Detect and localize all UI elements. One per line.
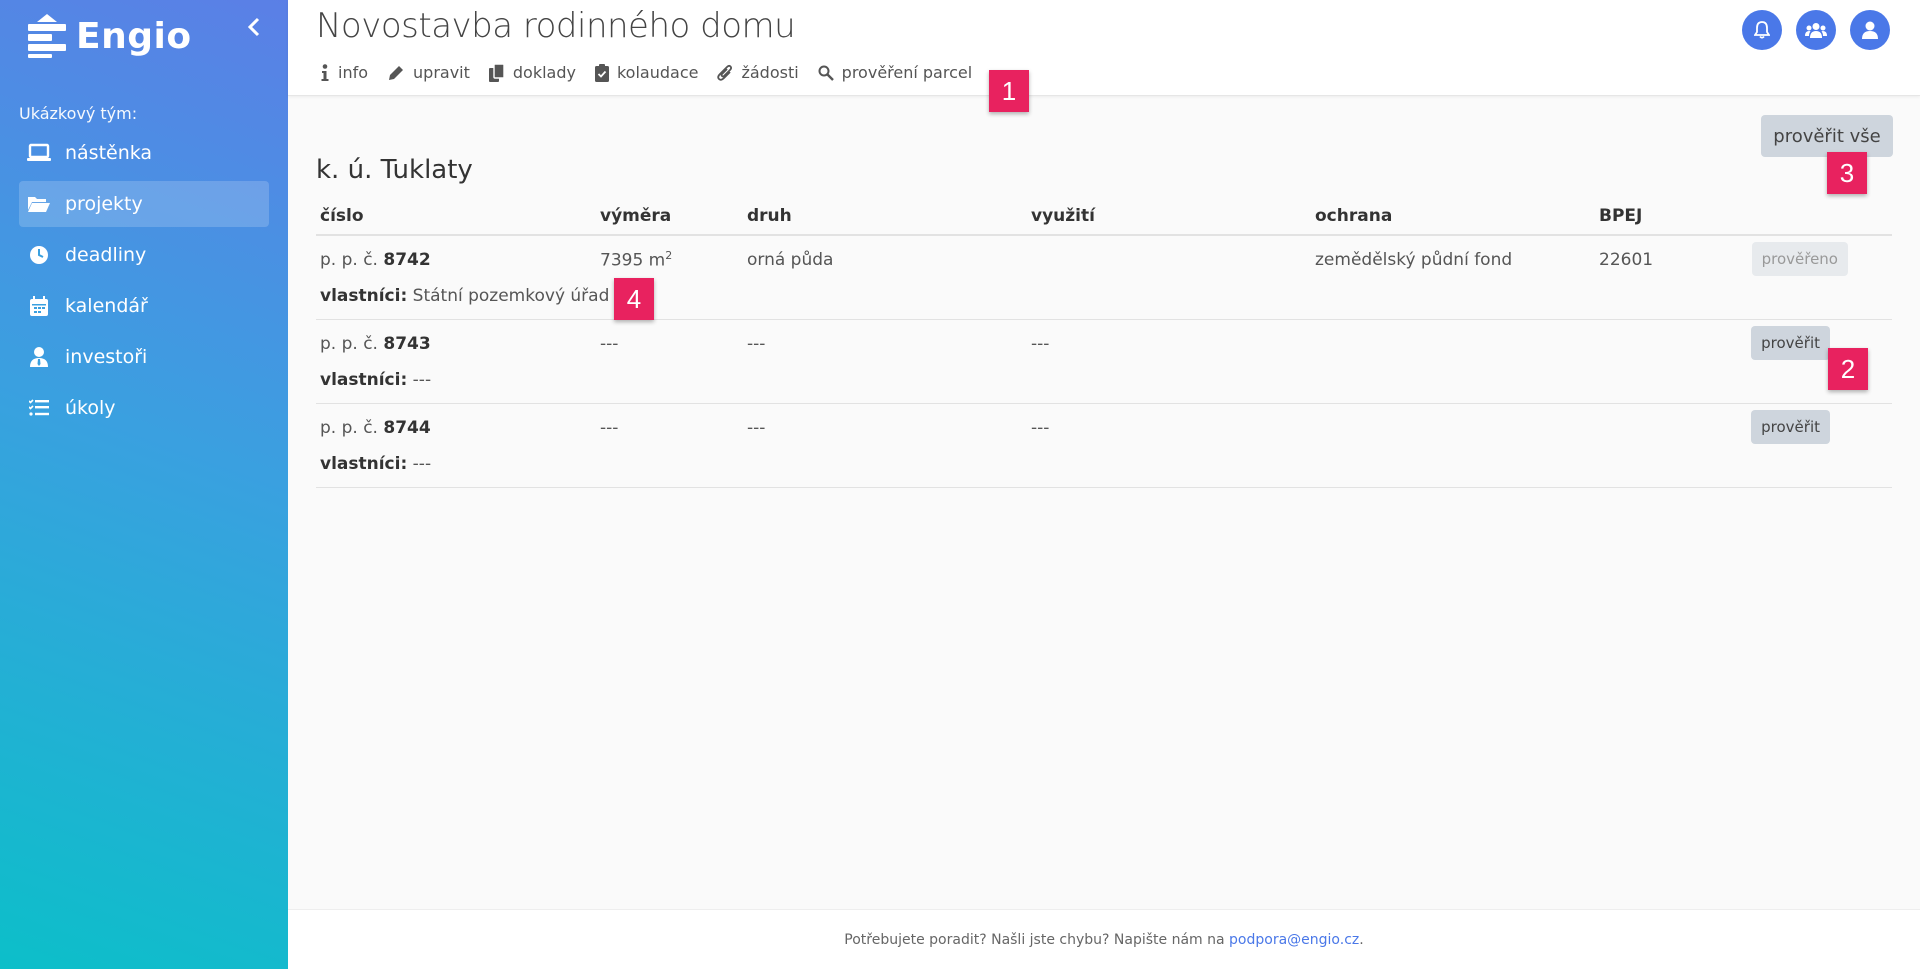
bell-icon (1754, 21, 1770, 39)
logo[interactable]: Engio (28, 14, 192, 58)
parcel-type: --- (747, 418, 766, 438)
logo-icon (28, 14, 66, 58)
tab-zadosti[interactable]: žádosti (717, 63, 799, 82)
sidebar-item-label: kalendář (65, 295, 148, 317)
sidebar-item-label: deadliny (65, 244, 147, 266)
header: Novostavba rodinného domu info upravit d… (288, 0, 1920, 96)
parcel-number: p. p. č. 8744 (320, 418, 431, 438)
tasks-icon (27, 396, 51, 420)
parcel-area: 7395 m2 (600, 249, 673, 271)
parcel-number: p. p. č. 8742 (320, 250, 431, 270)
laptop-icon (27, 141, 51, 165)
info-icon (321, 63, 329, 81)
user-tie-icon (27, 345, 51, 369)
column-header-type: druh (747, 206, 792, 226)
column-header-use: využití (1031, 206, 1095, 226)
search-icon (818, 65, 834, 81)
tab-kolaudace[interactable]: kolaudace (594, 63, 698, 82)
parcel-protection: zemědělský půdní fond (1315, 250, 1513, 270)
calendar-icon (27, 294, 51, 318)
sidebar-item-ukoly[interactable]: úkoly (19, 385, 269, 431)
parcel-owners: vlastníci: --- (320, 370, 432, 390)
folder-open-icon (27, 192, 51, 216)
column-header-protection: ochrana (1315, 206, 1393, 226)
annotation-badge-1: 1 (989, 70, 1029, 112)
sidebar: Engio Ukázkový tým: nástěnka projekty de… (0, 0, 288, 969)
table-header: číslo výměra druh využití ochrana BPEJ (316, 198, 1892, 236)
parcels-table: číslo výměra druh využití ochrana BPEJ p… (316, 198, 1892, 488)
annotation-badge-2: 2 (1828, 348, 1868, 390)
parcel-owners: vlastníci: --- (320, 454, 432, 474)
annotation-badge-3: 3 (1827, 152, 1867, 194)
collapse-sidebar-chevron-left-icon[interactable] (246, 14, 262, 44)
sidebar-item-label: úkoly (65, 397, 116, 419)
parcel-bpej: 22601 (1599, 250, 1654, 270)
sidebar-item-projekty[interactable]: projekty (19, 181, 269, 227)
notifications-button[interactable] (1742, 10, 1782, 50)
sidebar-item-label: projekty (65, 193, 143, 215)
column-header-number: číslo (320, 206, 364, 226)
parcel-number: p. p. č. 8743 (320, 334, 431, 354)
tab-info[interactable]: info (320, 63, 368, 82)
verified-button[interactable]: prověřeno (1751, 242, 1848, 276)
tab-provereni-parcel[interactable]: prověření parcel (818, 63, 972, 82)
footer-text: Potřebujete poradit? Našli jste chybu? N… (844, 931, 1225, 948)
tab-upravit[interactable]: upravit (387, 63, 470, 82)
annotation-badge-4: 4 (614, 278, 654, 320)
users-icon (1805, 23, 1827, 38)
user-icon (1862, 21, 1878, 39)
column-header-bpej: BPEJ (1599, 206, 1643, 226)
parcel-type: --- (747, 334, 766, 354)
header-actions (1728, 10, 1890, 50)
parcel-area: --- (600, 334, 619, 354)
cadastral-area-title: k. ú. Tuklaty (316, 155, 473, 185)
support-email-link[interactable]: podpora@engio.cz (1229, 932, 1359, 948)
tab-doklady[interactable]: doklady (488, 63, 576, 82)
column-header-area: výměra (600, 206, 672, 226)
project-tabs: info upravit doklady kolaudace žádosti p… (320, 63, 991, 82)
table-row: p. p. č. 8744 --- --- --- vlastníci: ---… (316, 404, 1892, 488)
verify-all-button[interactable]: prověřit vše (1761, 115, 1893, 157)
sidebar-nav: nástěnka projekty deadliny kalendář inve… (19, 130, 269, 436)
sidebar-item-deadliny[interactable]: deadliny (19, 232, 269, 278)
logo-text: Engio (76, 15, 192, 57)
table-row: p. p. č. 8742 7395 m2 orná půda zeměděls… (316, 236, 1892, 320)
sidebar-item-investori[interactable]: investoři (19, 334, 269, 380)
table-row: p. p. č. 8743 --- --- --- vlastníci: ---… (316, 320, 1892, 404)
pencil-icon (389, 65, 404, 80)
verify-button[interactable]: prověřit (1751, 326, 1830, 360)
sidebar-item-kalendar[interactable]: kalendář (19, 283, 269, 329)
parcel-area: --- (600, 418, 619, 438)
copy-icon (488, 63, 505, 82)
page-title: Novostavba rodinného domu (316, 6, 796, 46)
team-button[interactable] (1796, 10, 1836, 50)
profile-button[interactable] (1850, 10, 1890, 50)
parcel-use: --- (1031, 334, 1050, 354)
team-label: Ukázkový tým: (19, 104, 138, 123)
parcel-use: --- (1031, 418, 1050, 438)
sidebar-item-label: nástěnka (65, 142, 153, 164)
clipboard-check-icon (594, 63, 609, 82)
sidebar-item-nastenka[interactable]: nástěnka (19, 130, 269, 176)
parcel-owners: vlastníci: Státní pozemkový úřad (320, 286, 610, 306)
sidebar-item-label: investoři (65, 346, 148, 368)
verify-button[interactable]: prověřit (1751, 410, 1830, 444)
footer: Potřebujete poradit? Našli jste chybu? N… (288, 909, 1920, 969)
parcel-type: orná půda (747, 250, 834, 270)
clock-icon (27, 243, 51, 267)
paperclip-icon (717, 64, 733, 81)
